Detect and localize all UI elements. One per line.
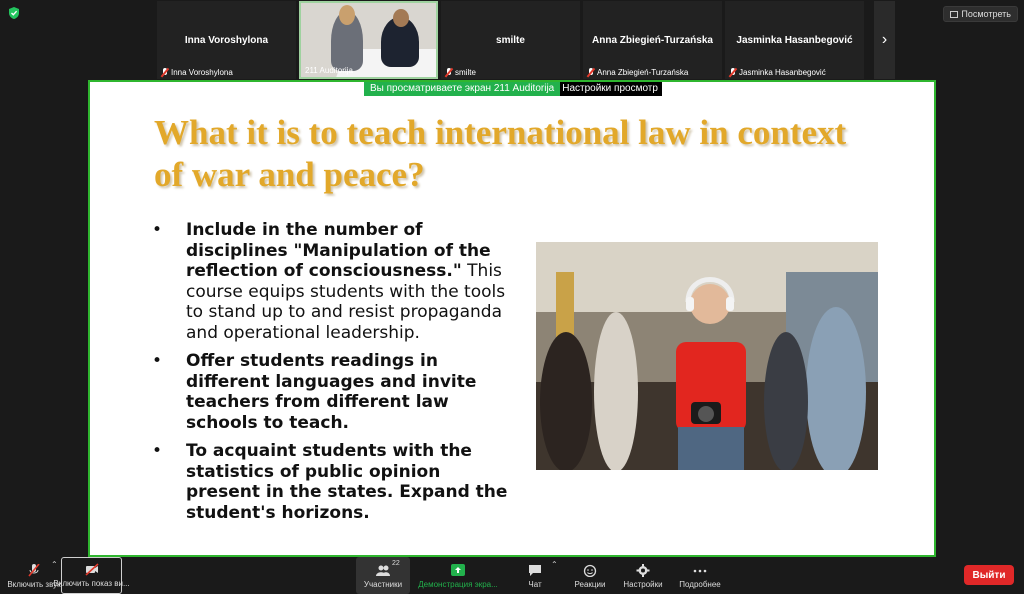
gear-icon [636, 564, 650, 577]
view-options-dropdown[interactable]: Настройки просмотр [560, 82, 662, 96]
participant-label: smilte [445, 68, 476, 77]
share-viewing-text: Вы просматриваете экран 211 Auditorija [364, 82, 561, 96]
share-screen-icon [451, 564, 465, 576]
next-page-arrow-icon[interactable]: › [874, 1, 895, 79]
share-screen-button[interactable]: Демонстрация экра... [418, 557, 498, 594]
leave-meeting-button[interactable]: Выйти [964, 565, 1014, 585]
participants-button[interactable]: Участники [356, 557, 410, 594]
participants-count: 22 [392, 560, 400, 567]
reactions-button[interactable]: Реакции [570, 557, 610, 594]
chat-label: Чат [528, 580, 542, 589]
audio-options-chevron-icon[interactable]: ⌃ [51, 560, 58, 569]
meeting-toolbar: Включить звук ⌃ Включить показ ви... Уча… [0, 557, 1024, 594]
video-person-head [339, 5, 355, 25]
participant-label: Jasminka Hasanbegović [729, 68, 826, 77]
share-screen-label: Демонстрация экра... [418, 580, 498, 589]
start-video-label: Включить показ ви... [53, 579, 130, 588]
participant-label: Inna Voroshylona [161, 68, 233, 77]
participant-label: 211 Auditorija [305, 66, 353, 75]
video-camera-off-icon [84, 563, 99, 576]
share-notice: Вы просматриваете экран 211 Auditorija Н… [364, 82, 662, 96]
reactions-label: Реакции [574, 580, 606, 589]
slide-bullet: Offer students readings in different lan… [150, 351, 510, 433]
participant-display-name: Anna Zbiegień-Turzańska [592, 35, 713, 46]
mic-muted-icon [729, 68, 737, 77]
participant-tile[interactable]: Jasminka Hasanbegović Jasminka Hasanbego… [725, 1, 864, 79]
settings-button[interactable]: Настройки [620, 557, 666, 594]
settings-label: Настройки [623, 580, 663, 589]
mic-muted-icon [587, 68, 595, 77]
shared-screen: What it is to teach international law in… [88, 80, 936, 557]
security-shield-icon[interactable] [7, 6, 21, 20]
view-options-button[interactable]: Посмотреть [943, 6, 1018, 22]
participants-label: Участники [363, 580, 403, 589]
participants-icon [376, 565, 390, 576]
participant-tile[interactable]: Inna Voroshylona Inna Voroshylona [157, 1, 296, 79]
more-label: Подробнее [679, 580, 721, 589]
slide-bullet-list: Include in the number of disciplines "Ma… [150, 220, 510, 531]
slide-title: What it is to teach international law in… [154, 113, 847, 194]
start-video-button[interactable]: Включить показ ви... [53, 557, 130, 594]
chat-icon [529, 565, 541, 576]
slide-bullet: Include in the number of disciplines "Ma… [150, 220, 510, 343]
participant-display-name: Inna Voroshylona [184, 35, 269, 46]
participant-tile[interactable]: smilte smilte [441, 1, 580, 79]
slide-photo [536, 242, 878, 470]
grid-view-icon [950, 10, 959, 18]
chat-button[interactable]: Чат [520, 557, 550, 594]
participant-display-name: smilte [496, 35, 525, 46]
more-dots-icon [693, 569, 707, 573]
reactions-smiley-icon [583, 564, 597, 577]
microphone-muted-icon [28, 564, 40, 577]
video-person-head [393, 9, 409, 27]
participant-tile[interactable]: Anna Zbiegień-Turzańska Anna Zbiegień-Tu… [583, 1, 722, 79]
mic-muted-icon [161, 68, 169, 77]
view-button-label: Посмотреть [961, 9, 1011, 19]
participant-display-name: Jasminka Hasanbegović [736, 35, 853, 46]
chat-options-chevron-icon[interactable]: ⌃ [551, 560, 558, 569]
slide-bullet: To acquaint students with the statistics… [150, 441, 510, 523]
mic-muted-icon [445, 68, 453, 77]
participant-label: Anna Zbiegień-Turzańska [587, 68, 688, 77]
participant-video-tile[interactable]: 211 Auditorija [299, 1, 438, 79]
more-button[interactable]: Подробнее [676, 557, 724, 594]
